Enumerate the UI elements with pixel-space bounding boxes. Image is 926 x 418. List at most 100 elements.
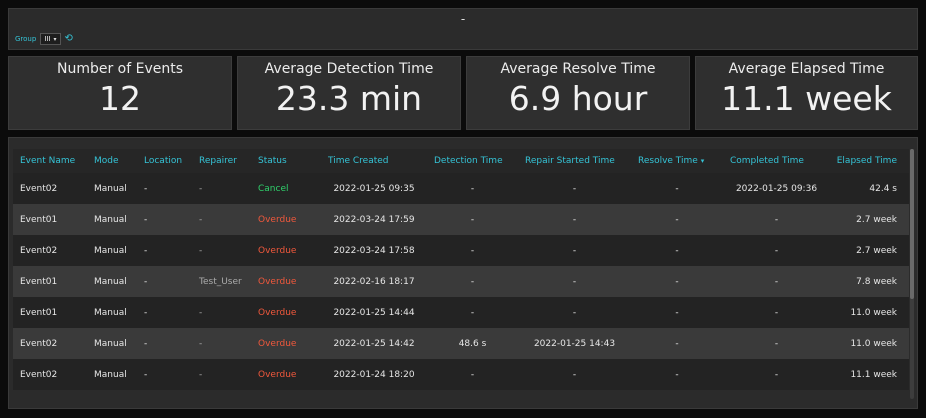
stat-label: Average Elapsed Time (728, 61, 885, 77)
cell-mode: Manual (87, 173, 137, 204)
cell-completed-time: - (723, 297, 830, 328)
cell-location: - (137, 297, 192, 328)
table-row[interactable]: Event01 Manual - - Overdue 2022-01-25 14:44- -… (13, 297, 909, 328)
cell-repair-started-time: 2022-01-25 14:43 (518, 328, 631, 359)
cell-time-created: 2022-02-16 18:17 (321, 266, 427, 297)
dashboard-header: - Group III ▾ ⟲ (8, 8, 918, 50)
events-table-wrapper[interactable]: Event Name Mode Location Repairer Status… (13, 149, 909, 390)
stat-card-average-detection-time: Average Detection Time 23.3 min (237, 56, 461, 130)
cell-repairer: - (192, 235, 251, 266)
stat-label: Average Detection Time (264, 61, 434, 77)
table-row[interactable]: Event02 Manual - - Overdue 2022-03-24 17:58- -… (13, 235, 909, 266)
column-header-resolve-time[interactable]: Resolve Time ▾ (631, 149, 723, 173)
stat-label: Number of Events (56, 61, 184, 77)
cell-status: Overdue (251, 235, 321, 266)
cell-resolve-time: - (631, 328, 723, 359)
stat-label: Average Resolve Time (500, 61, 656, 77)
cell-event-name: Event02 (13, 328, 87, 359)
cell-location: - (137, 266, 192, 297)
cell-repair-started-time: - (518, 235, 631, 266)
cell-detection-time: 48.6 s (427, 328, 518, 359)
cell-status: Overdue (251, 297, 321, 328)
cell-mode: Manual (87, 328, 137, 359)
table-row[interactable]: Event02 Manual - - Overdue 2022-01-25 14:42 48… (13, 328, 909, 359)
stat-value: 12 (99, 79, 141, 118)
stat-value: 11.1 week (721, 79, 892, 118)
cell-repairer: Test_User (192, 266, 251, 297)
cell-location: - (137, 204, 192, 235)
cell-time-created: 2022-01-25 09:35 (321, 173, 427, 204)
events-table-panel: Event Name Mode Location Repairer Status… (8, 137, 918, 409)
cell-time-created: 2022-01-24 18:20 (321, 359, 427, 390)
cell-event-name: Event02 (13, 235, 87, 266)
column-header-repairer[interactable]: Repairer (192, 149, 251, 173)
cell-elapsed-time: 11.0 week (830, 297, 909, 328)
vertical-scrollbar[interactable] (910, 149, 914, 399)
column-header-resolve-time-label: Resolve Time (638, 156, 698, 166)
column-header-location[interactable]: Location (137, 149, 192, 173)
cell-status: Overdue (251, 266, 321, 297)
cell-repair-started-time: - (518, 204, 631, 235)
cell-detection-time: - (427, 297, 518, 328)
cell-status: Overdue (251, 328, 321, 359)
column-header-status[interactable]: Status (251, 149, 321, 173)
column-header-time-created[interactable]: Time Created (321, 149, 427, 173)
refresh-icon[interactable]: ⟲ (65, 34, 73, 44)
cell-status: Cancel (251, 173, 321, 204)
scrollbar-thumb[interactable] (910, 149, 914, 299)
cell-repair-started-time: - (518, 266, 631, 297)
table-row[interactable]: Event02 Manual - - Cancel 2022-01-25 09:35- - -… (13, 173, 909, 204)
cell-repairer: - (192, 359, 251, 390)
table-row[interactable]: Event01 Manual - - Overdue 2022-03-24 17:59- -… (13, 204, 909, 235)
cell-completed-time: - (723, 328, 830, 359)
column-header-completed-time[interactable]: Completed Time (723, 149, 830, 173)
cell-elapsed-time: 42.4 s (830, 173, 909, 204)
cell-resolve-time: - (631, 266, 723, 297)
cell-repair-started-time: - (518, 297, 631, 328)
cell-mode: Manual (87, 204, 137, 235)
cell-time-created: 2022-01-25 14:44 (321, 297, 427, 328)
cell-mode: Manual (87, 266, 137, 297)
cell-completed-time: - (723, 235, 830, 266)
cell-location: - (137, 235, 192, 266)
cell-repairer: - (192, 204, 251, 235)
stat-value: 23.3 min (275, 79, 423, 118)
table-header-row: Event Name Mode Location Repairer Status… (13, 149, 909, 173)
cell-time-created: 2022-03-24 17:59 (321, 204, 427, 235)
cell-time-created: 2022-03-24 17:58 (321, 235, 427, 266)
cell-completed-time: - (723, 204, 830, 235)
column-header-mode[interactable]: Mode (87, 149, 137, 173)
column-header-detection-time[interactable]: Detection Time (427, 149, 518, 173)
chevron-down-icon: ▾ (53, 35, 57, 43)
toolbar: Group III ▾ ⟲ (15, 33, 73, 45)
cell-event-name: Event01 (13, 266, 87, 297)
cell-event-name: Event01 (13, 297, 87, 328)
cell-repairer: - (192, 328, 251, 359)
cell-detection-time: - (427, 359, 518, 390)
stat-card-average-elapsed-time: Average Elapsed Time 11.1 week (695, 56, 918, 130)
cell-elapsed-time: 11.1 week (830, 359, 909, 390)
cell-mode: Manual (87, 359, 137, 390)
column-header-event-name[interactable]: Event Name (13, 149, 87, 173)
cell-detection-time: - (427, 266, 518, 297)
stat-card-average-resolve-time: Average Resolve Time 6.9 hour (466, 56, 690, 130)
cell-elapsed-time: 2.7 week (830, 204, 909, 235)
cell-time-created: 2022-01-25 14:42 (321, 328, 427, 359)
column-header-repair-started-time[interactable]: Repair Started Time (518, 149, 631, 173)
table-row[interactable]: Event01 Manual - Test_User Overdue 2022-02-16… (13, 266, 909, 297)
group-select[interactable]: III ▾ (40, 33, 61, 45)
cell-status: Overdue (251, 204, 321, 235)
events-table: Event Name Mode Location Repairer Status… (13, 149, 909, 390)
events-table-body: Event02 Manual - - Cancel 2022-01-25 09:35- - -… (13, 173, 909, 390)
table-row[interactable]: Event02 Manual - - Overdue 2022-01-24 18:20- -… (13, 359, 909, 390)
cell-elapsed-time: 11.0 week (830, 328, 909, 359)
cell-event-name: Event02 (13, 173, 87, 204)
cell-resolve-time: - (631, 204, 723, 235)
cell-repairer: - (192, 297, 251, 328)
column-header-elapsed-time[interactable]: Elapsed Time (830, 149, 909, 173)
cell-event-name: Event02 (13, 359, 87, 390)
cell-location: - (137, 173, 192, 204)
cell-mode: Manual (87, 297, 137, 328)
stat-card-number-of-events: Number of Events 12 (8, 56, 232, 130)
cell-repair-started-time: - (518, 359, 631, 390)
